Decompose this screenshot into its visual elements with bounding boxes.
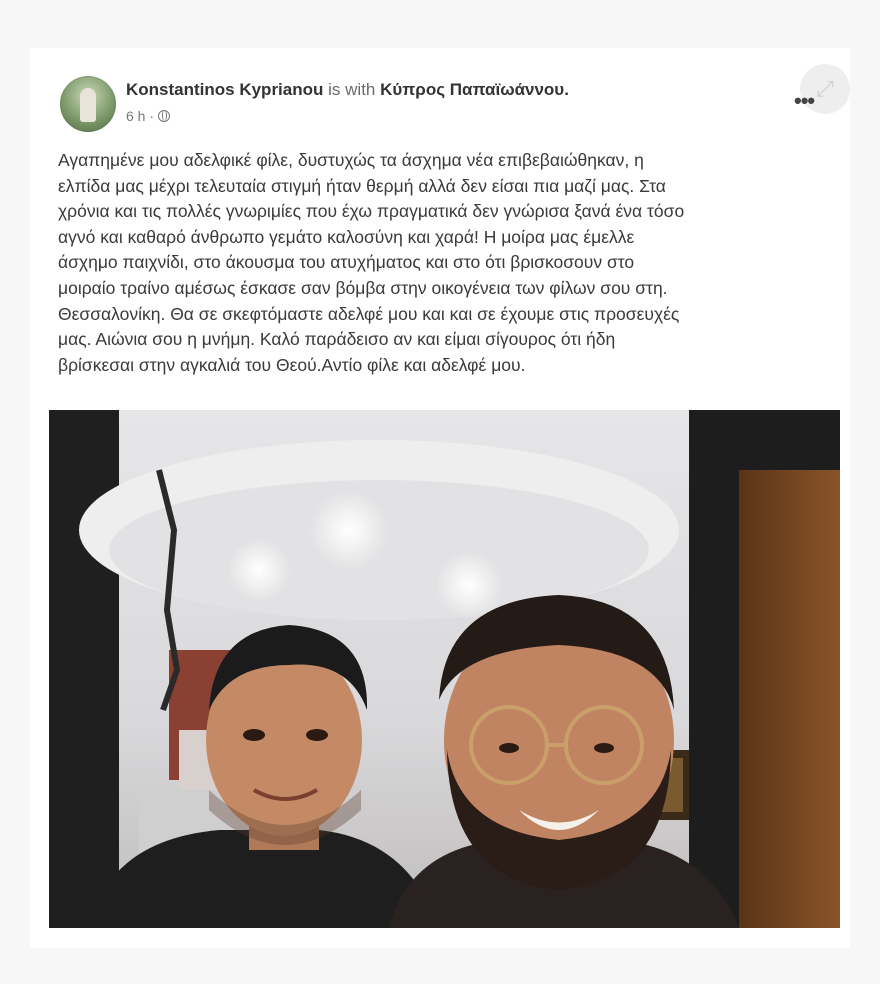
author-name[interactable]: Konstantinos Kyprianou <box>126 80 323 99</box>
author-avatar[interactable] <box>60 76 116 132</box>
post-time[interactable]: 6 h · <box>126 108 154 124</box>
globe-icon <box>158 110 171 122</box>
post-text: Αγαπημένε μου αδελφικέ φίλε, δυστυχώς τα… <box>58 150 685 375</box>
post-photo[interactable] <box>49 410 840 928</box>
avatar-figure <box>80 88 96 122</box>
post-meta: 6 h · <box>126 108 171 124</box>
more-options-icon[interactable]: ••• <box>794 88 815 114</box>
tagged-person[interactable]: Κύπρος Παπαϊωάννου. <box>380 80 569 99</box>
post-header: Konstantinos Kyprianou is with Κύπρος Πα… <box>126 80 569 100</box>
photo-illustration <box>49 410 840 928</box>
with-text: is with <box>328 80 376 99</box>
